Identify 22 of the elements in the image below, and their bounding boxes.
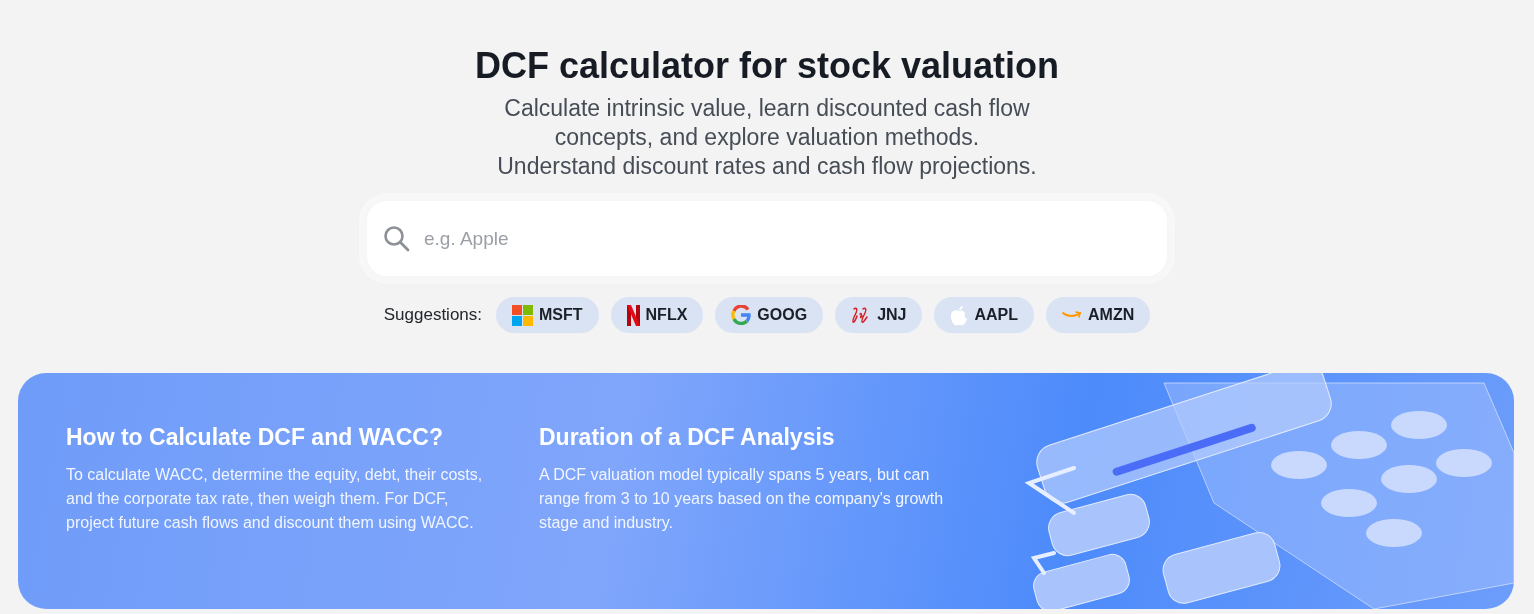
ticker-chip[interactable]: GOOG [715, 297, 824, 333]
smile-arrow-icon [1062, 310, 1083, 320]
subtitle-line: Calculate intrinsic value, learn discounted cash flow [504, 94, 1030, 123]
apple-icon [950, 304, 969, 326]
ticker-chip[interactable]: JNJ [835, 297, 923, 333]
search-field[interactable]: e.g. Apple [367, 201, 1167, 276]
section-heading: Duration of a DCF Analysis [539, 423, 836, 451]
ring-logo-icon [731, 305, 752, 325]
subtitle-line: concepts, and explore valuation methods. [554, 123, 980, 152]
page-title: DCF calculator for stock valuation [474, 44, 1060, 88]
search-icon [383, 225, 410, 252]
ticker-chip[interactable]: AAPL [934, 297, 1035, 333]
ticker-chip[interactable]: AMZN [1046, 297, 1151, 333]
subtitle-line: Understand discount rates and cash flow projections. [497, 152, 1037, 181]
ribbon-logo-icon [626, 304, 640, 326]
section-text: To calculate WACC, determine the equity, debt, their costs, and the corporate tax rate, then weigh them. For DCF, project future cash flows and discount them using WACC. [66, 465, 484, 533]
grid-logo-icon [512, 304, 533, 326]
section-text: A DCF valuation model typically spans 5 years, but can range from 3 to 10 years based on the company's growth stage and industry. [539, 465, 945, 533]
section-heading: How to Calculate DCF and WACC? [66, 423, 444, 451]
ticker-chip[interactable]: NFLX [610, 297, 704, 333]
suggestions-label: Suggestions: [383, 305, 482, 325]
ticker-chip[interactable]: MSFT [496, 297, 599, 333]
